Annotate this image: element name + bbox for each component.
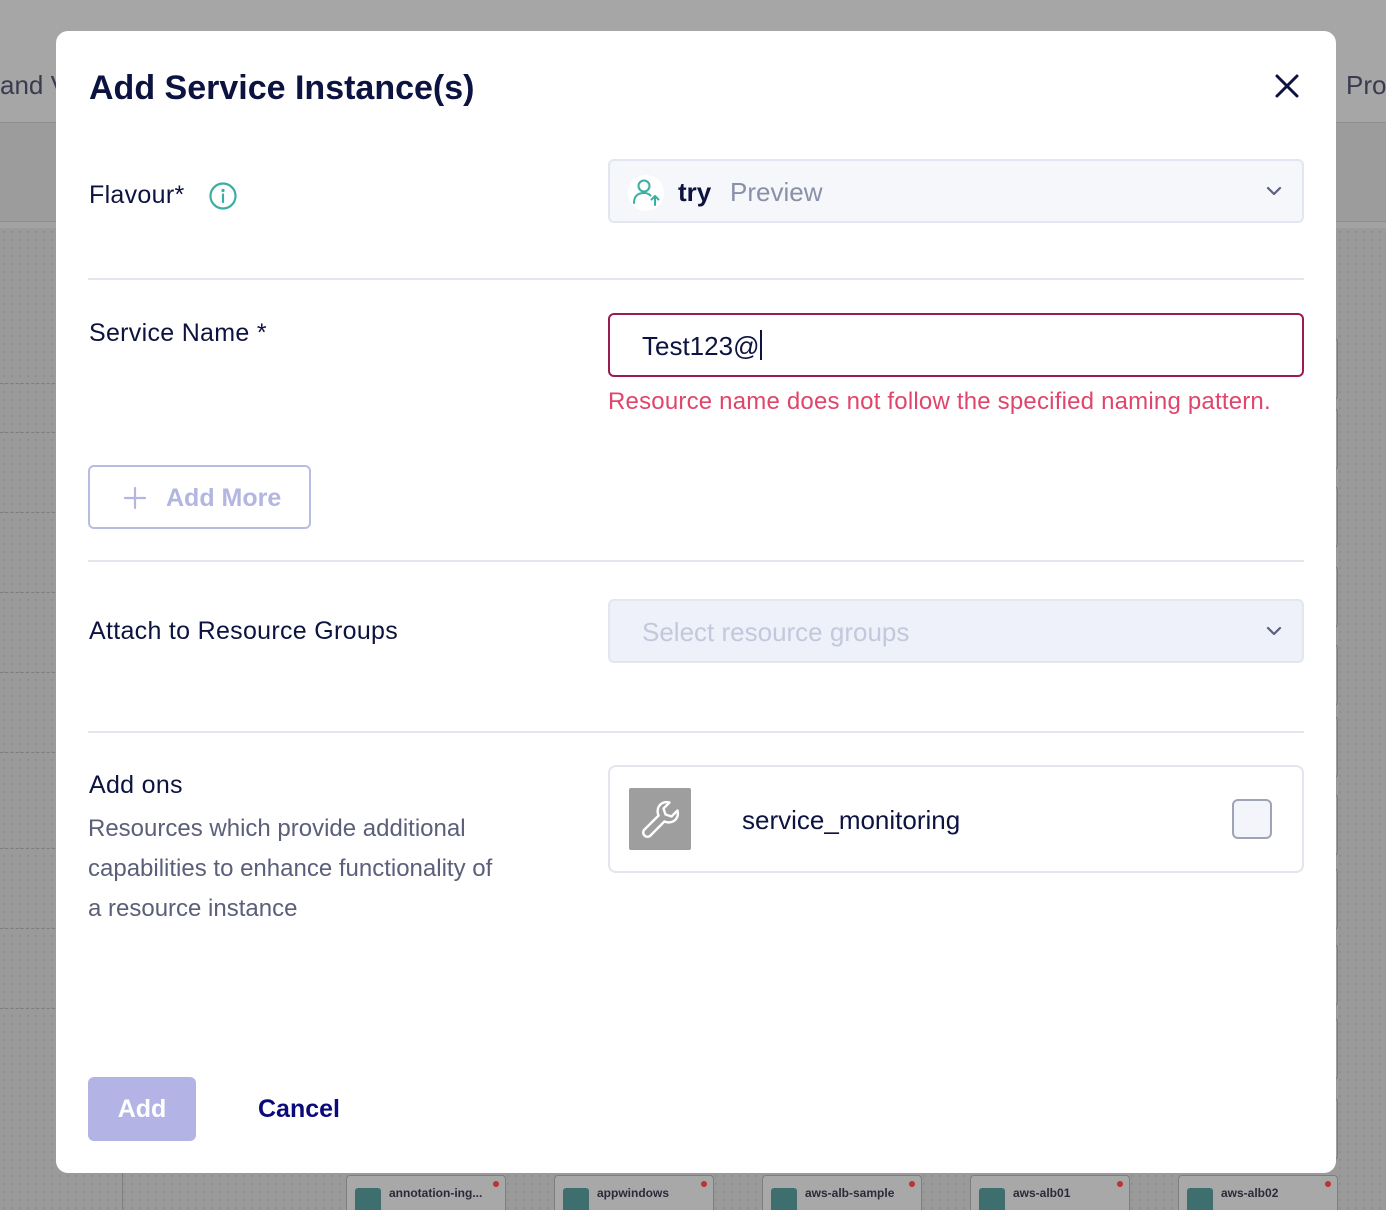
background-node-label: aws-alb02 — [1221, 1186, 1279, 1200]
info-icon[interactable] — [208, 181, 238, 211]
section-divider — [88, 731, 1304, 733]
background-connector — [0, 432, 60, 433]
user-upload-icon — [628, 175, 664, 211]
background-connector — [0, 383, 60, 384]
resource-groups-placeholder: Select resource groups — [642, 617, 910, 647]
background-node-label: annotation-ing... — [389, 1186, 483, 1200]
resource-groups-label: Attach to Resource Groups — [89, 617, 399, 645]
background-node: aws-alb02 — [1178, 1175, 1338, 1210]
background-node: aws-alb01 — [970, 1175, 1130, 1210]
chevron-down-icon — [1266, 186, 1282, 196]
background-node: annotation-ing... — [346, 1175, 506, 1210]
dialog-title: Add Service Instance(s) — [89, 69, 475, 107]
background-connector — [0, 672, 60, 673]
ingress-icon — [355, 1188, 381, 1210]
background-connector — [0, 848, 60, 849]
cancel-button[interactable]: Cancel — [258, 1077, 340, 1141]
addons-description: Resources which provide additional capab… — [88, 815, 493, 922]
service-name-error: Resource name does not follow the specif… — [608, 388, 1271, 415]
close-button[interactable] — [1270, 69, 1304, 103]
addons-label: Add ons — [89, 771, 183, 799]
background-nav-text-right: Pro — [1346, 70, 1386, 100]
plus-icon — [124, 487, 146, 509]
close-icon — [1275, 74, 1299, 98]
service-name-value: Test123@ — [642, 330, 763, 362]
background-node: aws-alb-sample — [762, 1175, 922, 1210]
section-divider — [88, 560, 1304, 562]
background-connector — [0, 752, 60, 753]
wrench-icon — [629, 788, 691, 850]
background-connector — [0, 928, 60, 929]
flavour-select[interactable]: try Preview — [608, 159, 1304, 223]
addon-checkbox[interactable] — [1232, 799, 1272, 839]
background-connector — [0, 1008, 60, 1009]
service-name-label: Service Name * — [89, 319, 267, 347]
flavour-selected-tag: Preview — [730, 177, 823, 207]
background-node-label: aws-alb01 — [1013, 1186, 1071, 1200]
status-dot — [909, 1181, 915, 1187]
status-dot — [493, 1181, 499, 1187]
status-dot — [1325, 1181, 1331, 1187]
background-connector — [0, 592, 60, 593]
status-dot — [1117, 1181, 1123, 1187]
add-more-label: Add More — [166, 484, 282, 512]
text-caret — [760, 330, 763, 360]
add-service-instance-dialog: Add Service Instance(s) Flavour* try Pre… — [56, 31, 1336, 1173]
ingress-icon — [563, 1188, 589, 1210]
addon-name: service_monitoring — [742, 805, 961, 835]
status-dot — [701, 1181, 707, 1187]
background-node: appwindows — [554, 1175, 714, 1210]
flavour-label: Flavour* — [89, 181, 185, 209]
add-button[interactable]: Add — [88, 1077, 196, 1141]
flavour-selected-name: try — [678, 177, 712, 207]
resource-groups-select[interactable]: Select resource groups — [608, 599, 1304, 663]
ingress-icon — [1187, 1188, 1213, 1210]
background-connector — [122, 1172, 123, 1210]
background-connector — [0, 512, 60, 513]
background-node-label: appwindows — [597, 1186, 669, 1200]
background-node-label: aws-alb-sample — [805, 1186, 895, 1200]
section-divider — [88, 278, 1304, 280]
add-more-button[interactable]: Add More — [88, 465, 311, 529]
chevron-down-icon — [1266, 626, 1282, 636]
ingress-icon — [771, 1188, 797, 1210]
ingress-icon — [979, 1188, 1005, 1210]
addon-item[interactable]: service_monitoring — [608, 765, 1304, 873]
service-name-input[interactable]: Test123@ — [608, 313, 1304, 377]
